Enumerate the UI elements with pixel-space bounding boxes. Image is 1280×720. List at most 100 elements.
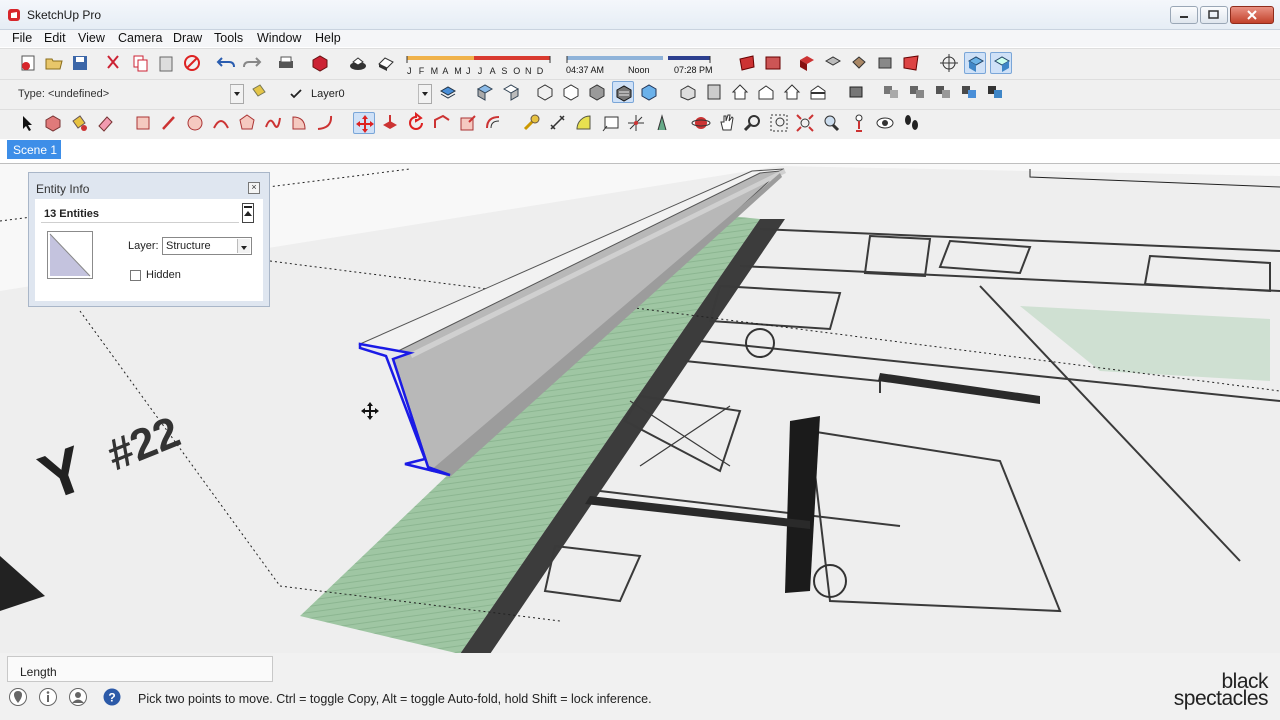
close-button[interactable] [1230,6,1274,24]
look-around-tool[interactable] [874,112,896,134]
erase-button[interactable] [181,52,203,74]
previous-view-tool[interactable] [820,112,842,134]
text-tool[interactable] [599,112,621,134]
freehand-tool[interactable] [262,112,284,134]
save-button[interactable] [69,52,91,74]
standard-views-button[interactable] [938,52,960,74]
extension-warehouse-button[interactable] [874,52,896,74]
right-view-button[interactable] [755,81,777,103]
move-tool[interactable] [353,112,375,134]
minimize-button[interactable] [1170,6,1198,24]
rotate-tool[interactable] [405,112,427,134]
photo-texture-button[interactable] [900,52,922,74]
follow-me-tool[interactable] [431,112,453,134]
pan-tool[interactable] [716,112,738,134]
xray-button[interactable] [474,81,496,103]
camera-view-button[interactable] [845,81,867,103]
line-tool[interactable] [158,112,180,134]
select-tool[interactable] [16,112,38,134]
rectangle-tool[interactable] [132,112,154,134]
tape-measure-tool[interactable] [521,112,543,134]
menu-view[interactable]: View [78,31,105,45]
model-info-button[interactable] [309,52,331,74]
component-button-5[interactable] [984,81,1006,103]
orbit-tool[interactable] [690,112,712,134]
open-button[interactable] [43,52,65,74]
section-cuts-button[interactable] [990,52,1012,74]
menu-camera[interactable]: Camera [118,31,162,45]
share-model-button[interactable] [822,52,844,74]
position-camera-tool[interactable] [848,112,870,134]
scale-tool[interactable] [457,112,479,134]
push-pull-tool[interactable] [379,112,401,134]
wireframe-button[interactable] [534,81,556,103]
paste-button[interactable] [155,52,177,74]
print-button[interactable] [275,52,297,74]
time-slider[interactable] [564,53,714,65]
zoom-extents-tool[interactable] [794,112,816,134]
component-button-3[interactable] [932,81,954,103]
new-button[interactable] [17,52,39,74]
dimension-tool[interactable] [547,112,569,134]
pie-tool[interactable] [288,112,310,134]
make-component-tool[interactable] [42,112,64,134]
circle-tool[interactable] [184,112,206,134]
collapse-toggle-button[interactable] [242,203,254,223]
top-view-button[interactable] [703,81,725,103]
left-view-button[interactable] [807,81,829,103]
measurements-box[interactable]: Length [7,656,273,682]
credits-icon[interactable] [38,687,58,707]
help-icon[interactable]: ? [102,687,122,707]
menu-edit[interactable]: Edit [44,31,66,45]
add-location-button[interactable] [736,52,758,74]
component-button-1[interactable] [880,81,902,103]
layer-dropdown[interactable] [418,84,432,104]
shadows-button[interactable] [347,52,369,74]
polygon-tool[interactable] [236,112,258,134]
terrain-button[interactable] [762,52,784,74]
panel-close-button[interactable]: × [248,182,260,194]
tab-scene-1[interactable]: Scene 1 [7,140,61,159]
iso-view-button[interactable] [677,81,699,103]
menu-window[interactable]: Window [257,31,301,45]
component-button-2[interactable] [906,81,928,103]
geolocation-icon[interactable] [8,687,28,707]
section-plane-button[interactable] [964,52,986,74]
type-dropdown[interactable] [230,84,244,104]
protractor-tool[interactable] [573,112,595,134]
maximize-button[interactable] [1200,6,1228,24]
user-icon[interactable] [68,687,88,707]
hidden-checkbox[interactable] [130,270,141,281]
menu-help[interactable]: Help [315,31,341,45]
component-button-4[interactable] [958,81,980,103]
shaded-button[interactable] [586,81,608,103]
3d-text-tool[interactable] [651,112,673,134]
walk-tool[interactable] [900,112,922,134]
material-swatch[interactable] [47,231,93,279]
share-component-button[interactable] [848,52,870,74]
back-edges-button[interactable] [500,81,522,103]
redo-button[interactable] [241,52,263,74]
get-models-button[interactable] [796,52,818,74]
back-view-button[interactable] [781,81,803,103]
front-view-button[interactable] [729,81,751,103]
undo-button[interactable] [215,52,237,74]
fog-button[interactable] [375,52,397,74]
arc-tool[interactable] [210,112,232,134]
shaded-textures-button[interactable] [612,81,634,103]
monochrome-button[interactable] [638,81,660,103]
cut-button[interactable] [103,52,125,74]
copy-button[interactable] [129,52,151,74]
axes-tool[interactable] [625,112,647,134]
layer-manager-button[interactable] [437,81,459,103]
menu-draw[interactable]: Draw [173,31,202,45]
layer-select[interactable]: Structure [162,237,252,255]
eraser-tool[interactable] [94,112,116,134]
paint-bucket-type-button[interactable] [248,81,270,103]
zoom-window-tool[interactable] [768,112,790,134]
hidden-line-button[interactable] [560,81,582,103]
offset-tool[interactable] [483,112,505,134]
two-point-arc-tool[interactable] [314,112,336,134]
paint-bucket-tool[interactable] [68,112,90,134]
menu-tools[interactable]: Tools [214,31,243,45]
